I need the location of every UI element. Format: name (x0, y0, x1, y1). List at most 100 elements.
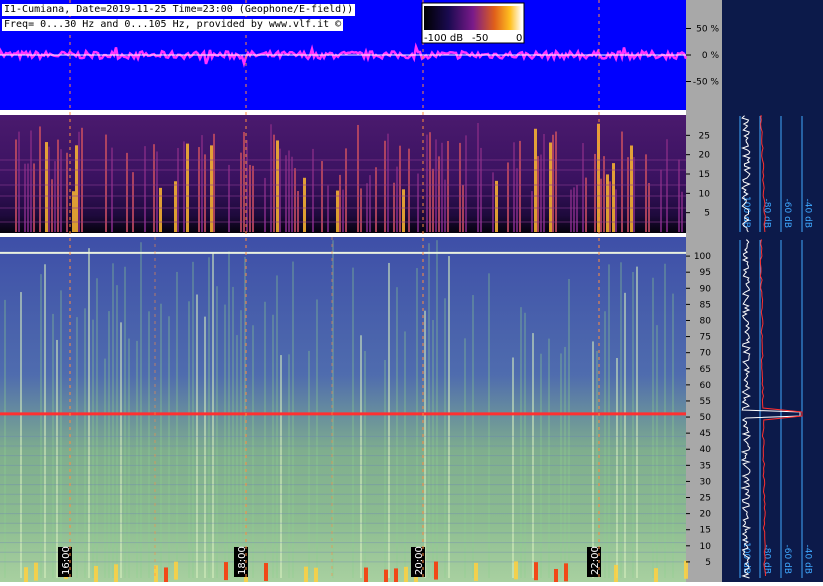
spectrogram-low-y-tick: 10 (699, 189, 711, 199)
spectrogram-high-stripe (128, 338, 130, 578)
spectrogram-high-stripe (92, 319, 94, 578)
spectrogram-high-stripe (280, 355, 282, 578)
spectrogram-high-stripe (264, 301, 266, 578)
spectrogram-low-stripe (297, 191, 299, 232)
spectrogram-high-stripe (520, 307, 522, 578)
spectrogram-high-panel: 5 10 15 20 25 30 35 40 45 50 55 60 65 70 75 80 85 90 95 100… (0, 237, 712, 586)
spectrogram-high-stripe (388, 262, 390, 578)
spectrogram-high-stripe (240, 310, 242, 578)
spectrogram-low-stripe (270, 124, 272, 232)
spectrogram-low-stripe (303, 177, 306, 232)
spectrogram-high-y-tick: 45 (700, 429, 711, 439)
spectrogram-high-stripe (432, 319, 434, 578)
spectrogram-high-background (0, 237, 686, 582)
spectrogram-high-y-tick: 10 (700, 542, 712, 552)
spectrogram-low-stripe (132, 172, 134, 232)
spectrogram-high-stripe (396, 287, 398, 578)
spectrum-db-tick: -60 dB (782, 199, 792, 228)
spectrogram-high-stripe (208, 257, 210, 578)
spectrogram-high-burst (264, 563, 268, 582)
spectrogram-high-stripe (664, 263, 666, 578)
spectrogram-low-stripe (45, 142, 48, 232)
spectrogram-low-stripe (465, 135, 467, 232)
spectrogram-low-panel: 5 10 15 20 25 (0, 115, 710, 233)
spectrogram-low-stripe (444, 179, 446, 232)
spectrogram-high-stripe (632, 272, 634, 578)
waveform-panel: 50 % 0 % -50 % (0, 0, 719, 110)
spectrogram-low-stripe (336, 190, 339, 232)
spectrogram-low-stripe (72, 191, 75, 232)
spectrogram-high-burst (314, 567, 318, 586)
spectrogram-low-stripe (600, 178, 602, 232)
spectrogram-high-stripe (656, 325, 658, 578)
spectrogram-low-stripe (48, 146, 50, 232)
spectrogram-high-stripe (168, 316, 170, 578)
panel-separator (0, 233, 686, 237)
station-header: I1-Cumiana, Date=2019-11-25 Time=23:00 (… (2, 4, 356, 16)
spectrogram-low-stripe (357, 124, 359, 232)
spectrogram-high-burst (224, 562, 228, 581)
colorbar-gradient (424, 6, 522, 30)
spectrogram-high-stripe (252, 325, 254, 578)
spectrogram-low-stripe (66, 152, 68, 232)
spectrogram-high-burst (394, 568, 398, 586)
spectrogram-low-stripe (321, 161, 323, 232)
spectrogram-low-stripe (462, 185, 464, 232)
colorbar-tick: 0 (516, 33, 522, 44)
spectrogram-high-y-tick: 25 (700, 494, 711, 504)
spectrogram-high-stripe (116, 285, 118, 578)
spectrogram-low-stripe (78, 131, 80, 232)
waveform-y-tick: -50 % (693, 78, 720, 88)
spectrogram-high-stripe (404, 331, 406, 578)
spectrogram-high-stripe (188, 301, 190, 578)
spectrogram-low-stripe (408, 148, 410, 232)
spectrogram-low-stripe (681, 191, 683, 232)
spectrogram-high-stripe (4, 299, 6, 578)
spectrogram-low-stripe (447, 140, 449, 232)
spectrogram-high-burst (24, 567, 28, 586)
spectrogram-high-stripe (112, 263, 114, 578)
spectrogram-high-burst (384, 569, 388, 586)
spectrogram-low-stripe (186, 143, 189, 232)
spectrogram-low-stripe (243, 131, 245, 232)
spectrogram-high-stripe (84, 308, 86, 578)
spectrogram-high-burst (554, 568, 558, 586)
spectrogram-high-stripe (624, 292, 626, 578)
spectrogram-high-burst (514, 561, 518, 580)
spectrogram-low-stripe (555, 131, 557, 232)
spectrogram-high-stripe (448, 256, 450, 578)
spectrogram-high-y-tick: 95 (700, 268, 711, 278)
spectrogram-high-stripe (140, 242, 142, 578)
spectrogram-high-burst (564, 563, 568, 582)
spectrogram-high-stripe (436, 240, 438, 579)
spectrogram-low-stripe (384, 140, 386, 232)
spectrogram-low-stripe (75, 145, 78, 232)
spectrogram-low-stripe (276, 140, 279, 232)
spectrogram-low-stripe (609, 181, 611, 232)
spectrogram-high-y-tick: 100 (694, 252, 711, 262)
spectrogram-high-y-tick: 50 (700, 413, 712, 423)
spectrogram-high-stripe (160, 303, 162, 578)
waveform-y-tick: 50 % (696, 25, 719, 35)
spectrogram-high-stripe (20, 292, 22, 578)
spectrogram-low-stripe (144, 146, 146, 232)
spectrogram-high-burst (614, 564, 618, 583)
spectrogram-high-stripe (316, 299, 318, 578)
spectrogram-low-stripe (480, 147, 482, 232)
spectrogram-high-y-tick: 15 (700, 526, 711, 536)
spectrogram-low-stripe (327, 185, 329, 232)
spectrogram-high-burst (114, 564, 118, 583)
spectrogram-low-y-tick: 20 (699, 151, 711, 161)
spectrogram-high-y-tick: 90 (700, 284, 712, 294)
spectrogram-low-stripe (459, 142, 461, 232)
panel-separator (0, 110, 686, 115)
waveform-y-tick: 0 % (702, 51, 720, 61)
spectrogram-low-stripe (18, 131, 20, 232)
spectrogram-high-stripe (216, 286, 218, 578)
spectrogram-high-stripe (224, 304, 226, 578)
spectrogram-high-stripe (512, 357, 514, 578)
spectrogram-low-stripe (573, 187, 575, 232)
spectrogram-low-stripe (159, 187, 162, 232)
spectrogram-high-stripe (428, 243, 430, 578)
spectrogram-high-stripe (364, 351, 366, 578)
